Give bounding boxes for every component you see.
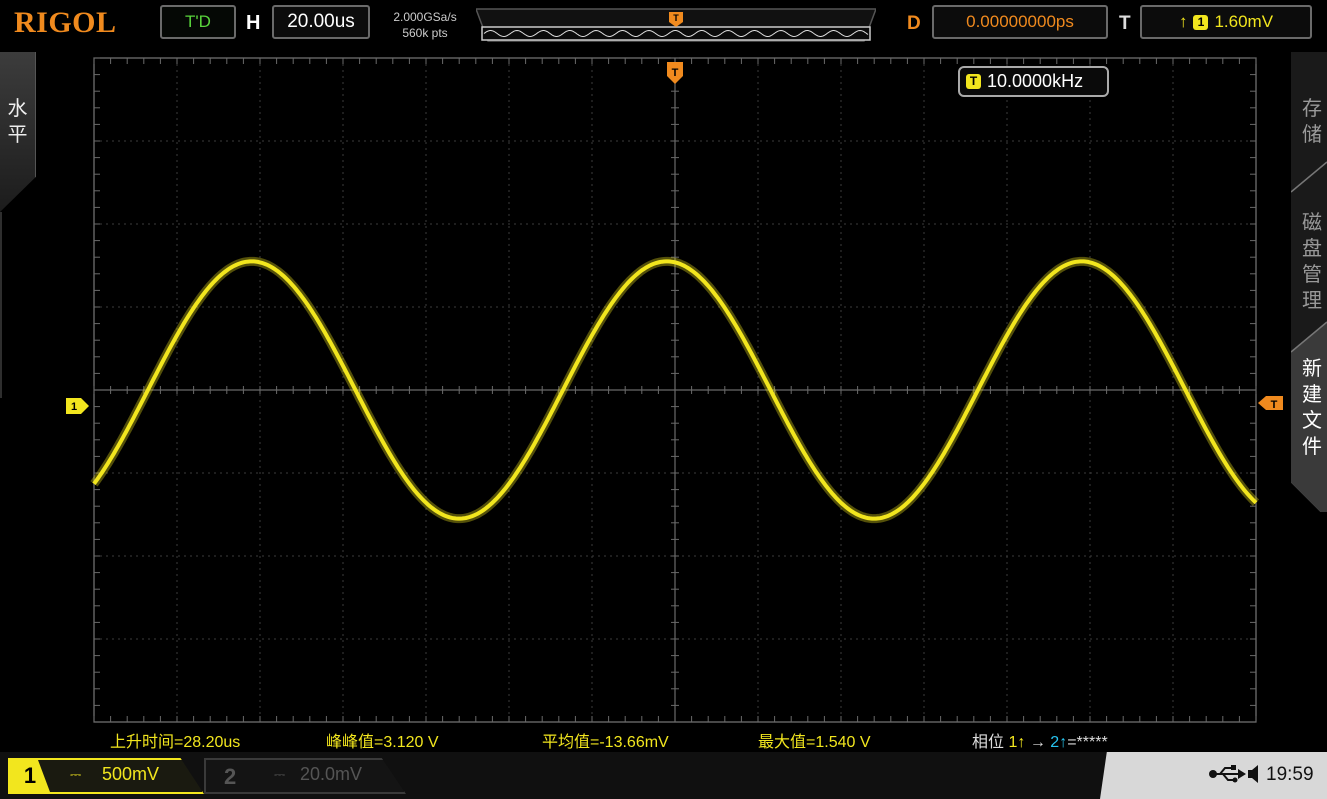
- phase-arrow-icon: →: [1029, 734, 1046, 751]
- phase-source2: 2: [1050, 734, 1060, 751]
- channel1-offset-marker-label: 1: [71, 401, 77, 413]
- graticule: [93, 57, 1257, 723]
- channel2-indicator[interactable]: 2 ⎓ 20.0mV: [204, 758, 406, 794]
- trigger-position-marker: T: [667, 62, 683, 84]
- measurement-rise-time[interactable]: 上升时间=28.20us: [110, 728, 240, 752]
- trigger-position-marker-label: T: [672, 67, 679, 79]
- usb-icon: [1209, 765, 1258, 783]
- frequency-value: 10.0000kHz: [987, 71, 1084, 91]
- dc-coupling-icon: ⎓: [70, 766, 82, 782]
- channel1-offset-marker[interactable]: 1: [66, 398, 89, 414]
- measurement-phase[interactable]: 相位 1↑ → 2↑=*****: [972, 728, 1108, 752]
- waveform-display[interactable]: T 1 T: [0, 0, 1327, 799]
- frequency-trigger-badge: T: [966, 74, 981, 89]
- trigger-level-marker[interactable]: T: [1258, 396, 1283, 411]
- phase-edge1-icon: ↑: [1017, 734, 1026, 751]
- phase-label: 相位: [972, 734, 1005, 751]
- phase-value: =*****: [1067, 734, 1108, 751]
- channel2-scale: 20.0mV: [300, 764, 363, 784]
- system-clock: 19:59: [1266, 764, 1314, 785]
- bottom-channel-bar: 1 ⎓ 500mV 2 ⎓ 20.0mV: [0, 752, 1327, 799]
- dc-coupling-icon: ⎓: [274, 766, 286, 782]
- frequency-counter[interactable]: T 10.0000kHz: [958, 66, 1109, 97]
- phase-edge2-icon: ↑: [1059, 734, 1068, 751]
- measurement-max[interactable]: 最大值=1.540 V: [758, 728, 871, 752]
- measurement-vpp[interactable]: 峰峰值=3.120 V: [326, 728, 439, 752]
- channel1-number: 1: [10, 760, 50, 792]
- channel1-indicator[interactable]: 1 ⎓ 500mV: [8, 758, 204, 794]
- channel2-number: 2: [224, 764, 237, 789]
- trigger-level-marker-label: T: [1271, 399, 1278, 411]
- channel1-scale: 500mV: [102, 764, 160, 784]
- measurement-mean[interactable]: 平均值=-13.66mV: [542, 728, 669, 752]
